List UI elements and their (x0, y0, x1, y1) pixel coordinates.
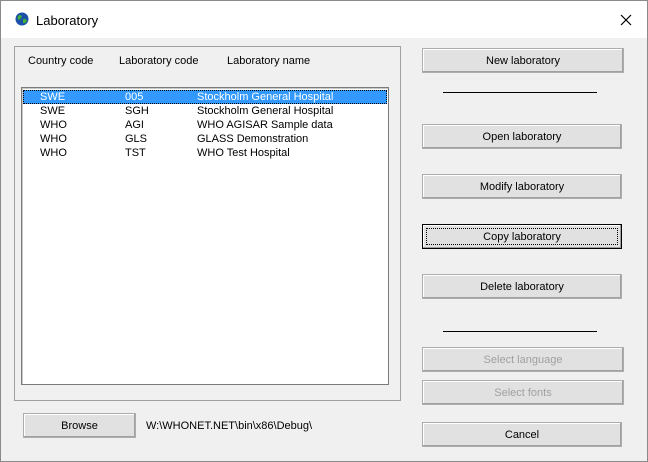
list-item[interactable]: WHO TST WHO Test Hospital (23, 146, 387, 160)
new-laboratory-button[interactable]: New laboratory (422, 48, 624, 73)
cell-code: SGH (125, 105, 149, 117)
cell-code: 005 (125, 91, 144, 103)
column-header-laboratory-name: Laboratory name (227, 55, 311, 67)
separator (443, 331, 597, 332)
cell-country: WHO (40, 133, 67, 145)
column-header-country-code: Country code (28, 55, 94, 67)
open-laboratory-button[interactable]: Open laboratory (422, 124, 622, 149)
laboratory-listbox[interactable]: SWE 005 Stockholm General Hospital SWE S… (21, 87, 389, 385)
cell-code: TST (125, 147, 146, 159)
cell-name: Stockholm General Hospital (197, 105, 334, 117)
modify-laboratory-button[interactable]: Modify laboratory (422, 174, 622, 199)
close-button[interactable] (611, 6, 641, 33)
cell-name: Stockholm General Hospital (197, 91, 334, 103)
close-icon (620, 14, 632, 25)
title-bar: Laboratory (1, 1, 647, 38)
list-item[interactable]: SWE 005 Stockholm General Hospital (23, 90, 387, 104)
laboratory-path: W:\WHONET.NET\bin\x86\Debug\ (146, 420, 313, 432)
select-fonts-button[interactable]: Select fonts (422, 380, 624, 405)
cell-country: SWE (40, 105, 66, 117)
cell-country: WHO (40, 147, 67, 159)
list-item[interactable]: WHO AGI WHO AGISAR Sample data (23, 118, 387, 132)
list-item[interactable]: SWE SGH Stockholm General Hospital (23, 104, 387, 118)
column-header-laboratory-code: Laboratory code (119, 55, 199, 67)
copy-laboratory-button[interactable]: Copy laboratory (422, 224, 622, 249)
cell-code: AGI (125, 119, 144, 131)
delete-laboratory-button[interactable]: Delete laboratory (422, 274, 622, 299)
cell-code: GLS (125, 133, 148, 145)
globe-icon (15, 12, 29, 26)
cell-name: WHO Test Hospital (197, 147, 290, 159)
cell-name: WHO AGISAR Sample data (197, 119, 333, 131)
select-language-button[interactable]: Select language (422, 347, 624, 372)
cell-country: WHO (40, 119, 67, 131)
list-item[interactable]: WHO GLS GLASS Demonstration (23, 132, 387, 146)
laboratory-dialog: Laboratory Country code Laboratory code … (0, 0, 648, 462)
cell-name: GLASS Demonstration (197, 133, 309, 145)
focus-ring (426, 228, 618, 245)
window-title: Laboratory (36, 13, 99, 28)
browse-button[interactable]: Browse (23, 413, 136, 438)
cell-country: SWE (40, 91, 66, 103)
cancel-button[interactable]: Cancel (422, 422, 622, 447)
separator (443, 92, 597, 93)
